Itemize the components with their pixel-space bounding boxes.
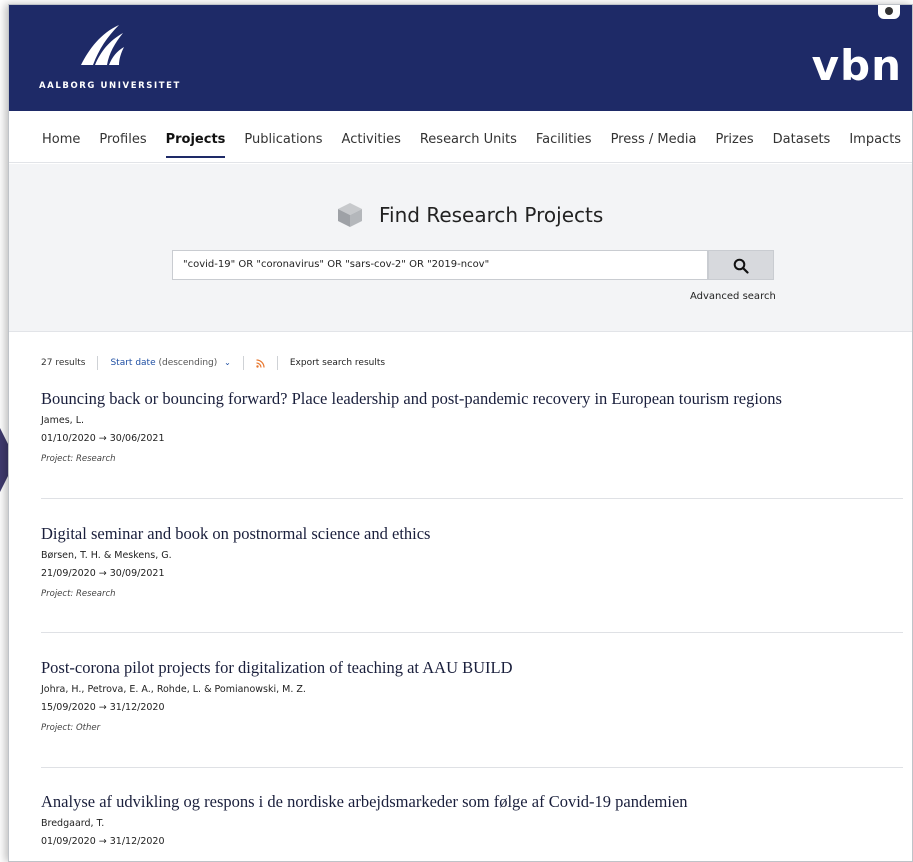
aau-logo-icon[interactable] — [79, 23, 125, 67]
sort-label: Start date — [110, 358, 156, 368]
nav-item-press-media[interactable]: Press / Media — [611, 132, 697, 147]
result-authors[interactable]: Johra, H., Petrova, E. A., Rohde, L. & P… — [41, 684, 903, 695]
result-title[interactable]: Digital seminar and book on postnormal s… — [41, 524, 903, 544]
result-type: Project: Other — [41, 723, 101, 733]
list-item: Analyse af udvikling og respons i de nor… — [41, 792, 903, 847]
result-divider — [41, 767, 903, 768]
rss-icon[interactable] — [256, 358, 265, 368]
result-title[interactable]: Bouncing back or bouncing forward? Place… — [41, 389, 903, 409]
list-item: Bouncing back or bouncing forward? Place… — [41, 389, 903, 464]
nav-item-profiles[interactable]: Profiles — [99, 132, 146, 147]
search-input[interactable]: "covid-19" OR "coronavirus" OR "sars-cov… — [172, 250, 708, 280]
nav-item-home[interactable]: Home — [42, 132, 80, 147]
main-nav: Home Profiles Projects Publications Acti… — [9, 111, 912, 163]
nav-item-facilities[interactable]: Facilities — [536, 132, 592, 147]
result-dates: 01/10/2020 → 30/06/2021 — [41, 433, 165, 444]
result-title[interactable]: Post-corona pilot projects for digitaliz… — [41, 658, 903, 678]
advanced-search-link[interactable]: Advanced search — [690, 291, 776, 302]
nav-item-publications[interactable]: Publications — [244, 132, 322, 147]
search-section: Find Research Projects "covid-19" OR "co… — [9, 164, 912, 332]
results-toolbar: 27 results Start date (descending) ⌄ Exp… — [41, 356, 385, 370]
nav-item-research-units[interactable]: Research Units — [420, 132, 517, 147]
result-title[interactable]: Analyse af udvikling og respons i de nor… — [41, 792, 903, 812]
result-type: Project: Research — [41, 454, 116, 464]
vbn-logo[interactable]: vbn — [812, 45, 902, 87]
divider — [276, 356, 278, 370]
result-authors[interactable]: Børsen, T. H. & Meskens, G. — [41, 550, 903, 561]
accessibility-icon[interactable] — [878, 5, 900, 19]
search-button[interactable] — [708, 250, 774, 280]
browser-frame: AALBORG UNIVERSITET vbn Home Profiles Pr… — [8, 4, 913, 862]
university-name: AALBORG UNIVERSITET — [39, 81, 181, 91]
result-authors[interactable]: James, L. — [41, 415, 903, 426]
result-divider — [41, 632, 903, 633]
cube-icon — [338, 203, 362, 227]
export-results-link[interactable]: Export search results — [290, 358, 385, 368]
nav-item-prizes[interactable]: Prizes — [715, 132, 753, 147]
sort-dropdown[interactable]: Start date (descending) ⌄ — [110, 358, 230, 368]
search-icon — [733, 258, 749, 274]
result-dates: 01/09/2020 → 31/12/2020 — [41, 836, 165, 847]
sort-order: (descending) — [158, 358, 218, 368]
result-divider — [41, 498, 903, 499]
list-item: Post-corona pilot projects for digitaliz… — [41, 658, 903, 733]
site-header: AALBORG UNIVERSITET vbn — [9, 5, 912, 111]
divider — [97, 356, 99, 370]
chevron-down-icon: ⌄ — [224, 358, 231, 367]
nav-item-impacts[interactable]: Impacts — [849, 132, 901, 147]
result-dates: 21/09/2020 → 30/09/2021 — [41, 568, 165, 579]
search-heading: Find Research Projects — [337, 202, 603, 228]
nav-item-projects[interactable]: Projects — [165, 132, 225, 158]
result-dates: 15/09/2020 → 31/12/2020 — [41, 702, 165, 713]
nav-item-datasets[interactable]: Datasets — [773, 132, 831, 147]
nav-item-activities[interactable]: Activities — [342, 132, 401, 147]
divider — [242, 356, 244, 370]
list-item: Digital seminar and book on postnormal s… — [41, 524, 903, 599]
result-authors[interactable]: Bredgaard, T. — [41, 818, 903, 829]
results-count: 27 results — [41, 358, 86, 368]
page-title: Find Research Projects — [379, 203, 604, 227]
result-type: Project: Research — [41, 589, 116, 599]
